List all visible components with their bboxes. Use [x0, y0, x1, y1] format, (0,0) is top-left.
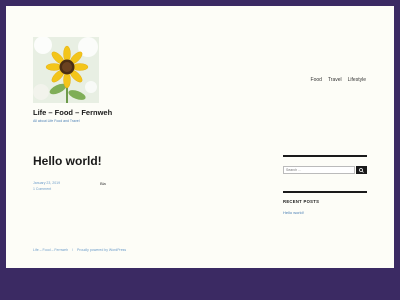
page-container: Life – Food – Fernweh All about Life Foo… [6, 6, 394, 268]
footer-separator: / [72, 248, 74, 252]
menu-item-lifestyle[interactable]: Lifestyle [348, 77, 366, 83]
site-description: All about Life Food and Travel [33, 119, 80, 123]
site-footer: Life – Food – Fernweh / Proudly powered … [33, 248, 126, 252]
post-date[interactable]: January 23, 2019 [33, 181, 60, 185]
search-field[interactable] [283, 166, 355, 174]
recent-post-link[interactable]: Hello world! [283, 210, 304, 215]
footer-site-link[interactable]: Life – Food – Fernweh [33, 248, 68, 252]
widget-divider [283, 191, 367, 193]
site-logo[interactable] [33, 37, 99, 103]
menu-item-food[interactable]: Food [311, 77, 322, 83]
site-title[interactable]: Life – Food – Fernweh [33, 108, 112, 117]
primary-menu: Food Travel Lifestyle [311, 77, 366, 83]
footer-powered-by-link[interactable]: Proudly powered by WordPress [77, 248, 126, 252]
post-content: Bla [100, 181, 106, 186]
post-title[interactable]: Hello world! [33, 154, 102, 168]
post-comments-link[interactable]: 1 Comment [33, 187, 51, 191]
widget-divider [283, 155, 367, 157]
sunflower-image [33, 37, 99, 103]
search-input[interactable] [284, 167, 354, 173]
menu-item-travel[interactable]: Travel [328, 77, 342, 83]
recent-posts-title: RECENT POSTS [283, 199, 320, 204]
search-button[interactable] [356, 166, 367, 174]
search-icon [359, 167, 364, 173]
